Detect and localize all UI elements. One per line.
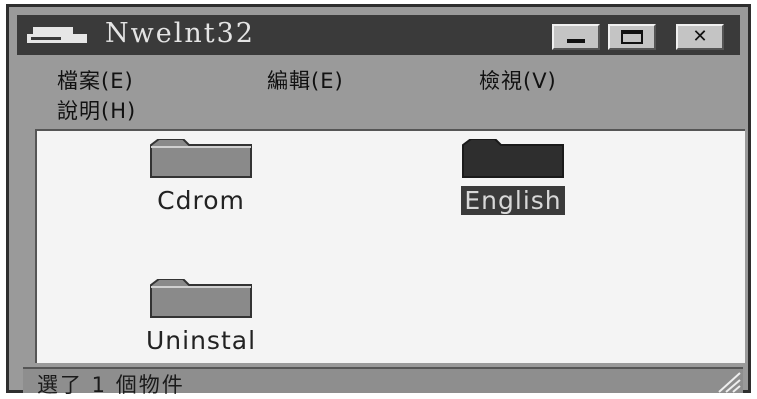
- folder-item-english[interactable]: English: [421, 138, 605, 215]
- drive-icon: [27, 27, 87, 43]
- folder-icon: [150, 278, 252, 318]
- folder-item-uninstal[interactable]: Uninstal: [111, 278, 291, 355]
- status-bar: 選了 1 個物件: [23, 367, 743, 397]
- folder-icon: [462, 138, 564, 178]
- close-icon: ✕: [692, 26, 708, 47]
- menu-file[interactable]: 檔案(E): [57, 65, 134, 95]
- menu-edit[interactable]: 編輯(E): [267, 65, 344, 95]
- folder-label: Cdrom: [157, 186, 245, 215]
- minimize-icon: [567, 39, 585, 43]
- title-bar[interactable]: Nwelnt32 ✕: [17, 15, 740, 55]
- menu-view[interactable]: 檢視(V): [479, 65, 557, 95]
- menu-bar: 檔案(E) 編輯(E) 檢視(V) 說明(H): [49, 63, 729, 129]
- menu-help[interactable]: 說明(H): [57, 95, 136, 125]
- close-button[interactable]: ✕: [676, 24, 724, 50]
- folder-label: English: [461, 186, 565, 215]
- explorer-window: Nwelnt32 ✕ 檔案(E) 編輯(E) 檢視(V) 說明(H) Cdrom: [6, 4, 751, 397]
- folder-item-cdrom[interactable]: Cdrom: [121, 138, 281, 215]
- maximize-icon: [621, 30, 643, 44]
- resize-grip-icon[interactable]: [715, 371, 741, 393]
- folder-label: Uninstal: [145, 326, 257, 355]
- maximize-button[interactable]: [608, 24, 656, 50]
- minimize-button[interactable]: [552, 24, 600, 50]
- folder-view[interactable]: Cdrom English Uninstal: [35, 129, 745, 363]
- status-text: 選了 1 個物件: [37, 373, 185, 397]
- folder-icon: [150, 138, 252, 178]
- window-title: Nwelnt32: [105, 18, 255, 49]
